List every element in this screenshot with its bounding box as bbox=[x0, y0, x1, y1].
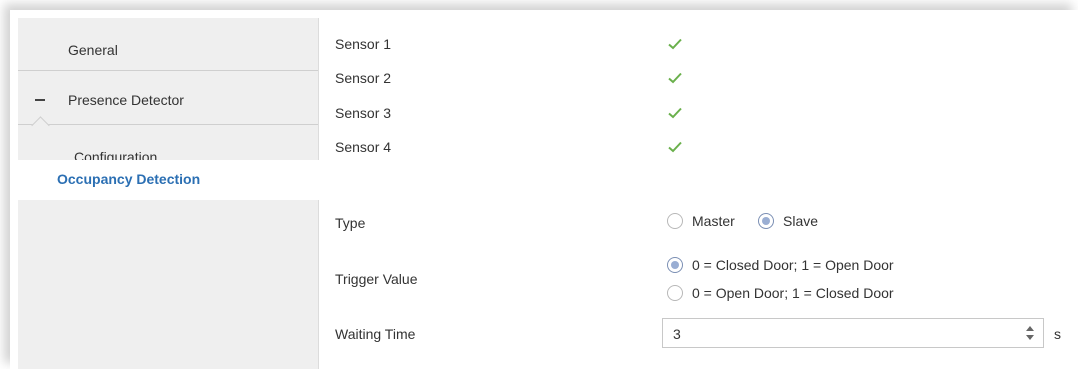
trigger-open-closed-radio[interactable] bbox=[667, 285, 683, 301]
waiting-time-unit: s bbox=[1054, 326, 1061, 342]
spin-up-icon[interactable] bbox=[1026, 326, 1034, 331]
sensor-2-checkbox[interactable] bbox=[667, 70, 683, 86]
sidebar-item-general[interactable]: General bbox=[18, 28, 318, 72]
spinner-icon[interactable] bbox=[1025, 324, 1035, 342]
trigger-value-label: Trigger Value bbox=[335, 271, 418, 287]
sensor-3-checkbox[interactable] bbox=[667, 105, 683, 121]
sensor-1-checkbox[interactable] bbox=[667, 36, 683, 52]
sensor-1-label: Sensor 1 bbox=[335, 36, 392, 52]
type-slave-radio[interactable] bbox=[758, 213, 774, 229]
sensor-3-label: Sensor 3 bbox=[335, 105, 392, 121]
sensor-4-checkbox[interactable] bbox=[667, 139, 683, 155]
trigger-closed-open-radio[interactable] bbox=[667, 257, 683, 273]
type-slave-label[interactable]: Slave bbox=[783, 213, 818, 229]
trigger-closed-open-label[interactable]: 0 = Closed Door; 1 = Open Door bbox=[692, 257, 894, 273]
waiting-time-input[interactable]: 3 bbox=[662, 318, 1044, 348]
sensor-2-label: Sensor 2 bbox=[335, 70, 392, 86]
type-label: Type bbox=[335, 215, 366, 231]
sidebar-divider bbox=[18, 70, 318, 71]
waiting-time-value: 3 bbox=[673, 326, 681, 342]
collapse-icon[interactable] bbox=[35, 99, 45, 101]
sidebar-item-presence-detector[interactable]: Presence Detector bbox=[18, 78, 318, 122]
type-master-label[interactable]: Master bbox=[692, 213, 735, 229]
sensor-4-label: Sensor 4 bbox=[335, 139, 392, 155]
spin-down-icon[interactable] bbox=[1026, 335, 1034, 340]
sidebar-divider bbox=[18, 124, 318, 125]
type-master-radio[interactable] bbox=[667, 213, 683, 229]
sidebar-item-occupancy-detection[interactable]: Occupancy Detection bbox=[10, 160, 320, 200]
sidebar-item-label: General bbox=[68, 42, 118, 58]
waiting-time-label: Waiting Time bbox=[335, 326, 416, 342]
sidebar-item-label: Occupancy Detection bbox=[57, 171, 201, 187]
trigger-open-closed-label[interactable]: 0 = Open Door; 1 = Closed Door bbox=[692, 285, 894, 301]
sidebar-item-label: Presence Detector bbox=[68, 92, 184, 108]
